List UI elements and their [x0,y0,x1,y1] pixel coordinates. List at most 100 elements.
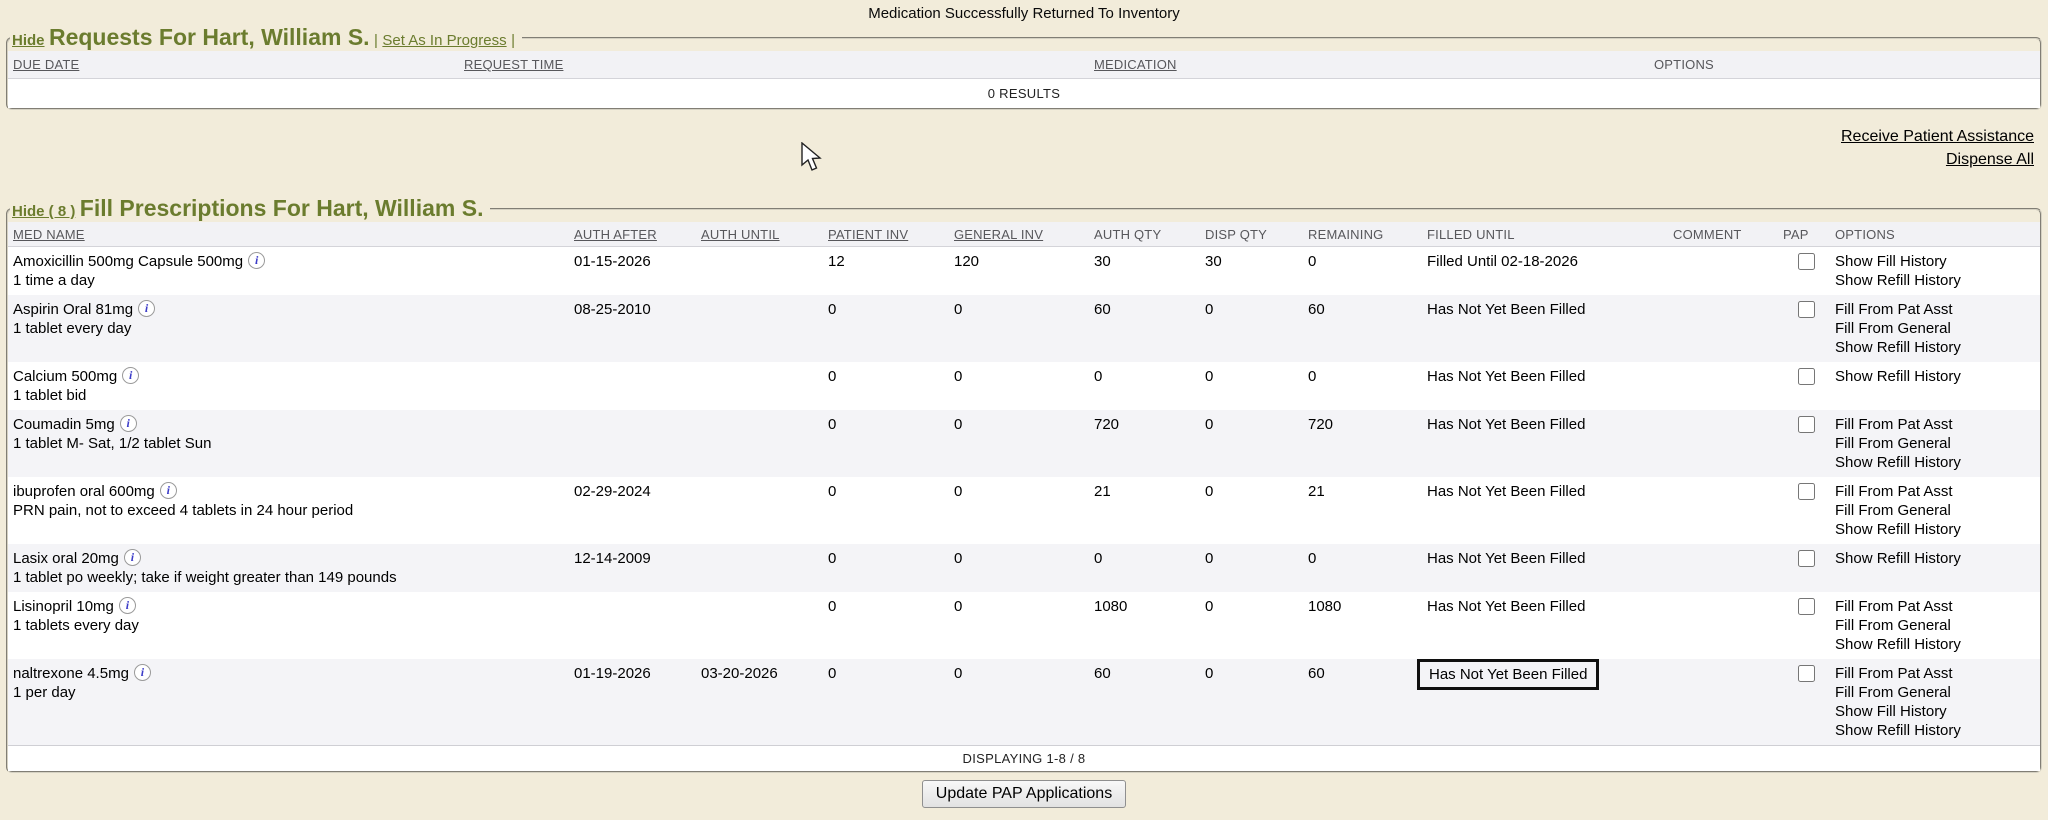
pap-checkbox[interactable] [1798,368,1815,385]
column-header-medication[interactable]: MEDICATION [1088,57,1648,72]
update-pap-applications-button[interactable]: Update PAP Applications [922,780,1126,808]
info-icon[interactable]: i [124,549,141,566]
option-link-fill-from-general[interactable]: Fill From General [1835,616,2040,635]
general-inv-value: 0 [948,597,1088,654]
comment-value [1667,252,1777,290]
pap-checkbox[interactable] [1798,550,1815,567]
auth-qty-value: 0 [1088,549,1199,587]
info-icon[interactable]: i [120,415,137,432]
pap-checkbox[interactable] [1798,598,1815,615]
pap-checkbox[interactable] [1798,483,1815,500]
options-cell: Fill From Pat AsstFill From GeneralShow … [1829,300,2040,357]
pap-cell [1777,367,1829,405]
option-link-show-refill-history[interactable]: Show Refill History [1835,520,2040,539]
info-icon[interactable]: i [160,482,177,499]
med-sig: 1 tablet M- Sat, 1/2 tablet Sun [13,434,568,453]
action-links: Receive Patient Assistance Dispense All [0,125,2034,171]
comment-value [1667,300,1777,357]
disp-qty-value: 30 [1199,252,1302,290]
option-link-show-refill-history[interactable]: Show Refill History [1835,367,2040,386]
column-header-auth-after[interactable]: AUTH AFTER [568,227,695,242]
filled-until-cell: Has Not Yet Been Filled [1421,549,1667,587]
patient-inv-value: 12 [822,252,948,290]
pap-cell [1777,300,1829,357]
column-header-due-date[interactable]: DUE DATE [8,57,458,72]
option-link-fill-from-general[interactable]: Fill From General [1835,501,2040,520]
option-link-show-refill-history[interactable]: Show Refill History [1835,338,2040,357]
auth-after-value [568,367,695,405]
auth-until-value [695,549,822,587]
disp-qty-value: 0 [1199,482,1302,539]
med-cell: Calcium 500mgi 1 tablet bid [8,367,568,405]
hide-fill-prescriptions-link[interactable]: Hide ( 8 ) [12,203,75,220]
med-cell: Lisinopril 10mgi 1 tablets every day [8,597,568,654]
column-header-request-time[interactable]: REQUEST TIME [458,57,1088,72]
hide-requests-link[interactable]: Hide [12,32,45,49]
fill-prescriptions-section-title: Fill Prescriptions For Hart, William S. [80,195,484,221]
option-link-show-fill-history[interactable]: Show Fill History [1835,252,2040,271]
pap-checkbox[interactable] [1798,416,1815,433]
disp-qty-value: 0 [1199,597,1302,654]
prescription-row: ibuprofen oral 600mgi PRN pain, not to e… [8,477,2040,544]
patient-inv-value: 0 [822,664,948,740]
option-link-show-fill-history[interactable]: Show Fill History [1835,702,2040,721]
disp-qty-value: 0 [1199,367,1302,405]
pap-checkbox[interactable] [1798,301,1815,318]
filled-until-text: Has Not Yet Been Filled [1427,368,1585,385]
options-cell: Fill From Pat AsstFill From GeneralShow … [1829,664,2040,740]
option-link-fill-from-pat-asst[interactable]: Fill From Pat Asst [1835,300,2040,319]
fill-prescriptions-section: Hide ( 8 ) Fill Prescriptions For Hart, … [6,195,2042,773]
disp-qty-value: 0 [1199,664,1302,740]
option-link-fill-from-pat-asst[interactable]: Fill From Pat Asst [1835,597,2040,616]
auth-qty-value: 720 [1088,415,1199,472]
info-icon[interactable]: i [119,597,136,614]
comment-value [1667,367,1777,405]
dispense-all-link[interactable]: Dispense All [0,148,2034,171]
option-link-fill-from-general[interactable]: Fill From General [1835,319,2040,338]
med-cell: naltrexone 4.5mgi 1 per day [8,664,568,740]
option-link-show-refill-history[interactable]: Show Refill History [1835,549,2040,568]
info-icon[interactable]: i [138,300,155,317]
option-link-show-refill-history[interactable]: Show Refill History [1835,271,2040,290]
options-cell: Fill From Pat AsstFill From GeneralShow … [1829,415,2040,472]
comment-value [1667,597,1777,654]
comment-value [1667,482,1777,539]
auth-until-value [695,300,822,357]
auth-qty-value: 60 [1088,300,1199,357]
column-header-comment: COMMENT [1667,227,1777,242]
legend-separator: | [511,32,515,49]
column-header-remaining: REMAINING [1302,227,1421,242]
remaining-value: 720 [1302,415,1421,472]
column-header-auth-until[interactable]: AUTH UNTIL [695,227,822,242]
auth-after-value: 01-15-2026 [568,252,695,290]
remaining-value: 0 [1302,367,1421,405]
info-icon[interactable]: i [134,664,151,681]
column-header-options: OPTIONS [1829,227,2040,242]
prescription-row: Amoxicillin 500mg Capsule 500mgi 1 time … [8,247,2040,295]
patient-inv-value: 0 [822,415,948,472]
info-icon[interactable]: i [248,252,265,269]
info-icon[interactable]: i [122,367,139,384]
pap-checkbox[interactable] [1798,665,1815,682]
med-sig: 1 tablet bid [13,386,568,405]
option-link-fill-from-pat-asst[interactable]: Fill From Pat Asst [1835,664,2040,683]
filled-until-cell: Has Not Yet Been Filled [1421,300,1667,357]
option-link-fill-from-pat-asst[interactable]: Fill From Pat Asst [1835,415,2040,434]
option-link-fill-from-general[interactable]: Fill From General [1835,683,2040,702]
receive-patient-assistance-link[interactable]: Receive Patient Assistance [0,125,2034,148]
option-link-fill-from-pat-asst[interactable]: Fill From Pat Asst [1835,482,2040,501]
auth-after-value: 01-19-2026 [568,664,695,740]
patient-inv-value: 0 [822,367,948,405]
column-header-patient-inv[interactable]: PATIENT INV [822,227,948,242]
column-header-general-inv[interactable]: GENERAL INV [948,227,1088,242]
prescription-row: naltrexone 4.5mgi 1 per day 01-19-2026 0… [8,659,2040,745]
comment-value [1667,664,1777,740]
option-link-show-refill-history[interactable]: Show Refill History [1835,635,2040,654]
option-link-show-refill-history[interactable]: Show Refill History [1835,721,2040,740]
option-link-show-refill-history[interactable]: Show Refill History [1835,453,2040,472]
option-link-fill-from-general[interactable]: Fill From General [1835,434,2040,453]
set-as-in-progress-link[interactable]: Set As In Progress [382,32,506,49]
column-header-med-name[interactable]: MED NAME [8,227,568,242]
auth-after-value: 02-29-2024 [568,482,695,539]
pap-checkbox[interactable] [1798,253,1815,270]
